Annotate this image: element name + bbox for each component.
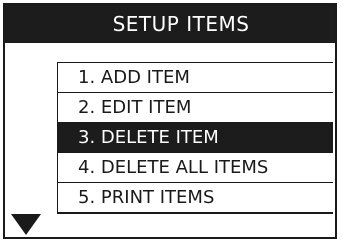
menu-item-delete-item[interactable]: 3. DELETE ITEM (58, 123, 333, 153)
menu-item-delete-all-items[interactable]: 4. DELETE ALL ITEMS (58, 153, 333, 183)
scroll-down-arrow-icon[interactable] (11, 214, 41, 235)
menu-item-print-items[interactable]: 5. PRINT ITEMS (58, 183, 333, 213)
setup-items-menu: 1. ADD ITEM 2. EDIT ITEM 3. DELETE ITEM … (57, 62, 333, 214)
lcd-screen: SETUP ITEMS 1. ADD ITEM 2. EDIT ITEM 3. … (3, 3, 337, 239)
menu-item-edit-item[interactable]: 2. EDIT ITEM (58, 93, 333, 123)
menu-item-add-item[interactable]: 1. ADD ITEM (58, 63, 333, 93)
screen-title: SETUP ITEMS (5, 5, 335, 43)
